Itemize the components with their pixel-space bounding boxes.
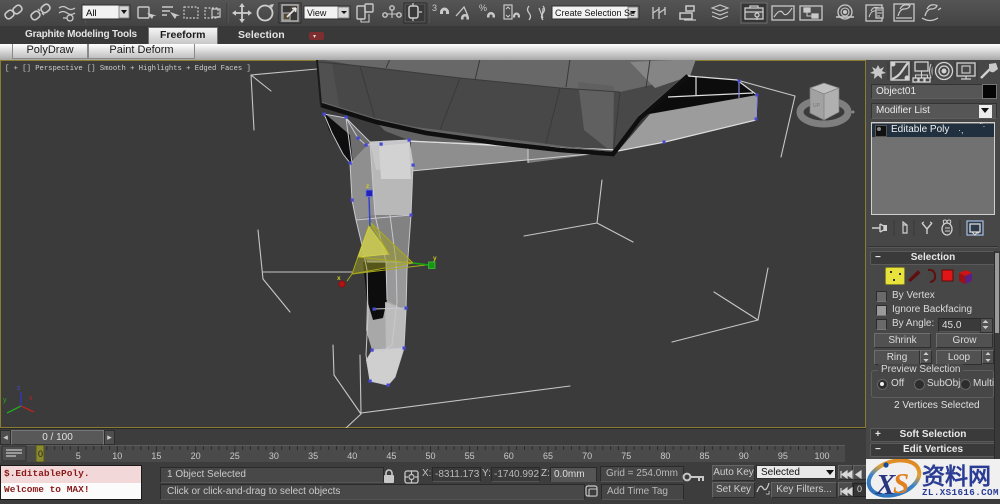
- svg-text:y: y: [3, 397, 7, 404]
- svg-text:30: 30: [269, 451, 279, 461]
- svg-text:S: S: [893, 468, 909, 499]
- svg-text:View: View: [307, 8, 327, 18]
- svg-text:55: 55: [465, 451, 475, 461]
- svg-text:5: 5: [76, 451, 81, 461]
- svg-text:z: z: [17, 385, 21, 392]
- svg-text:All: All: [86, 8, 97, 19]
- svg-text:0: 0: [38, 449, 43, 459]
- svg-text:50: 50: [426, 451, 436, 461]
- svg-text:25: 25: [230, 451, 240, 461]
- svg-text:100: 100: [815, 451, 830, 461]
- svg-text:85: 85: [700, 451, 710, 461]
- svg-text:95: 95: [778, 451, 788, 461]
- svg-text:Create Selection Se: Create Selection Se: [555, 8, 635, 18]
- svg-text:20: 20: [191, 451, 201, 461]
- svg-text:ZL.XS1616.COM: ZL.XS1616.COM: [922, 487, 999, 498]
- svg-text:70: 70: [582, 451, 592, 461]
- svg-text:[ + [] Perspective [] Smooth +: [ + [] Perspective [] Smooth + Highlight…: [5, 65, 251, 73]
- svg-text:80: 80: [660, 451, 670, 461]
- svg-text:y: y: [433, 255, 437, 262]
- svg-text:3: 3: [432, 3, 437, 13]
- svg-text:35: 35: [308, 451, 318, 461]
- svg-text:40: 40: [347, 451, 357, 461]
- svg-text:10: 10: [112, 451, 122, 461]
- svg-text:15: 15: [151, 451, 161, 461]
- svg-text:x: x: [337, 275, 341, 282]
- svg-text:60: 60: [504, 451, 514, 461]
- svg-text:资料网: 资料网: [922, 463, 991, 489]
- svg-text:65: 65: [543, 451, 553, 461]
- svg-text:45: 45: [386, 451, 396, 461]
- svg-text:90: 90: [739, 451, 749, 461]
- svg-text:%: %: [479, 3, 487, 13]
- svg-text:75: 75: [621, 451, 631, 461]
- svg-text:x: x: [29, 395, 33, 402]
- svg-text:UP: UP: [813, 103, 821, 109]
